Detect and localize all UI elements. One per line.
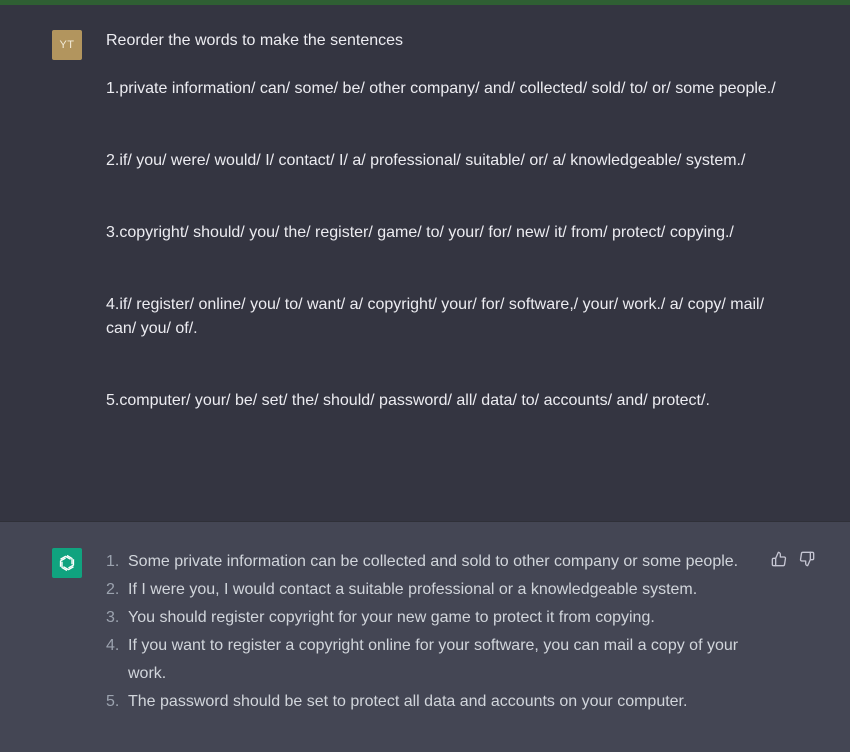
prompt-question-3: 3.copyright/ should/ you/ the/ register/… bbox=[106, 224, 734, 241]
answer-list: 1. Some private information can be colle… bbox=[106, 548, 756, 716]
answer-text: Some private information can be collecte… bbox=[128, 553, 739, 570]
openai-logo-icon bbox=[59, 554, 75, 572]
user-message-text: Reorder the words to make the sentences … bbox=[106, 29, 786, 413]
thumbs-up-icon bbox=[771, 551, 787, 567]
list-item: 3. You should register copyright for you… bbox=[106, 604, 756, 632]
prompt-question-2: 2.if/ you/ were/ would/ I/ contact/ I/ a… bbox=[106, 152, 746, 169]
list-number: 3. bbox=[106, 609, 120, 626]
prompt-question-5: 5.computer/ your/ be/ set/ the/ should/ … bbox=[106, 392, 710, 409]
list-number: 5. bbox=[106, 693, 120, 710]
answer-text: You should register copyright for your n… bbox=[128, 609, 655, 626]
answer-text: If you want to register a copyright onli… bbox=[128, 637, 739, 682]
thumbs-up-button[interactable] bbox=[770, 550, 788, 568]
user-avatar: YT bbox=[52, 30, 82, 60]
list-item: 5. The password should be set to protect… bbox=[106, 688, 756, 716]
assistant-message: 1. Some private information can be colle… bbox=[0, 521, 850, 752]
answer-text: The password should be set to protect al… bbox=[128, 693, 688, 710]
list-item: 2. If I were you, I would contact a suit… bbox=[106, 576, 756, 604]
thumbs-down-button[interactable] bbox=[798, 550, 816, 568]
answer-text: If I were you, I would contact a suitabl… bbox=[128, 581, 698, 598]
list-number: 4. bbox=[106, 637, 120, 654]
list-item: 4. If you want to register a copyright o… bbox=[106, 632, 756, 688]
prompt-question-1: 1.private information/ can/ some/ be/ ot… bbox=[106, 80, 776, 97]
user-message: YT Reorder the words to make the sentenc… bbox=[0, 5, 850, 521]
list-item: 1. Some private information can be colle… bbox=[106, 548, 756, 576]
thumbs-down-icon bbox=[799, 551, 815, 567]
prompt-question-4: 4.if/ register/ online/ you/ to/ want/ a… bbox=[106, 296, 765, 337]
list-number: 2. bbox=[106, 581, 120, 598]
prompt-intro: Reorder the words to make the sentences bbox=[106, 32, 404, 49]
list-number: 1. bbox=[106, 553, 120, 570]
assistant-avatar bbox=[52, 548, 82, 578]
